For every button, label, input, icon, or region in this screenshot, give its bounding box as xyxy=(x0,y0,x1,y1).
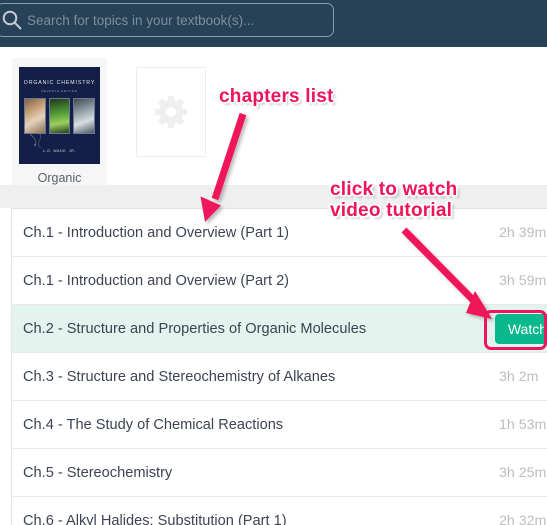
search-box[interactable] xyxy=(0,3,334,37)
chapters-list: Ch.1 - Introduction and Overview (Part 1… xyxy=(11,208,547,525)
shelf-divider-band xyxy=(0,185,547,208)
chapter-title: Ch.1 - Introduction and Overview (Part 1… xyxy=(23,224,290,241)
watch-button[interactable]: Watch xyxy=(494,313,547,344)
add-textbook-placeholder[interactable] xyxy=(136,67,206,157)
textbook-shelf: ORGANIC CHEMISTRY SEVENTH EDITION L.G. W… xyxy=(0,47,547,190)
chapter-duration: 3h 2m xyxy=(499,368,539,385)
table-row[interactable]: Ch.3 - Structure and Stereochemistry of … xyxy=(12,353,547,401)
gear-icon xyxy=(153,94,189,130)
table-row[interactable]: Ch.5 - Stereochemistry 3h 25m xyxy=(12,449,547,497)
table-row[interactable]: Ch.2 - Structure and Properties of Organ… xyxy=(12,305,547,353)
search-icon xyxy=(0,7,25,33)
table-row[interactable]: Ch.1 - Introduction and Overview (Part 2… xyxy=(12,257,547,305)
book-cover-panel-2 xyxy=(48,98,71,134)
search-input[interactable] xyxy=(25,4,333,36)
chapter-title: Ch.6 - Alkyl Halides; Substitution (Part… xyxy=(23,512,287,525)
textbook-card-organic[interactable]: ORGANIC CHEMISTRY SEVENTH EDITION L.G. W… xyxy=(12,58,107,190)
book-cover-title: ORGANIC CHEMISTRY xyxy=(23,80,96,86)
chapter-duration: 2h 39m xyxy=(499,224,547,241)
chapter-duration: 1h 53m xyxy=(499,416,547,433)
top-header-bar xyxy=(0,0,547,47)
book-cover-panels xyxy=(24,98,96,134)
chapter-title: Ch.4 - The Study of Chemical Reactions xyxy=(23,416,284,433)
book-cover-panel-1 xyxy=(24,98,46,134)
book-cover-author: L.G. WADE, JR. xyxy=(43,149,76,153)
chapter-title: Ch.5 - Stereochemistry xyxy=(23,464,173,481)
app-root: ORGANIC CHEMISTRY SEVENTH EDITION L.G. W… xyxy=(0,0,547,525)
table-row[interactable]: Ch.4 - The Study of Chemical Reactions 1… xyxy=(12,401,547,449)
chapter-title: Ch.3 - Structure and Stereochemistry of … xyxy=(23,368,336,385)
table-row[interactable]: Ch.6 - Alkyl Halides; Substitution (Part… xyxy=(12,497,547,525)
table-row[interactable]: Ch.1 - Introduction and Overview (Part 1… xyxy=(12,209,547,257)
textbook-label: Organic xyxy=(37,171,82,185)
chapter-duration: 2h 32m xyxy=(499,512,547,525)
chapter-title: Ch.1 - Introduction and Overview (Part 2… xyxy=(23,272,290,289)
book-cover-edition: SEVENTH EDITION xyxy=(41,89,78,93)
chapter-duration: 3h 59m xyxy=(499,272,547,289)
book-cover-panel-3 xyxy=(73,98,96,134)
book-cover-image: ORGANIC CHEMISTRY SEVENTH EDITION L.G. W… xyxy=(19,67,100,164)
chapter-title: Ch.2 - Structure and Properties of Organ… xyxy=(23,320,367,337)
chapter-duration: 3h 25m xyxy=(499,464,547,481)
